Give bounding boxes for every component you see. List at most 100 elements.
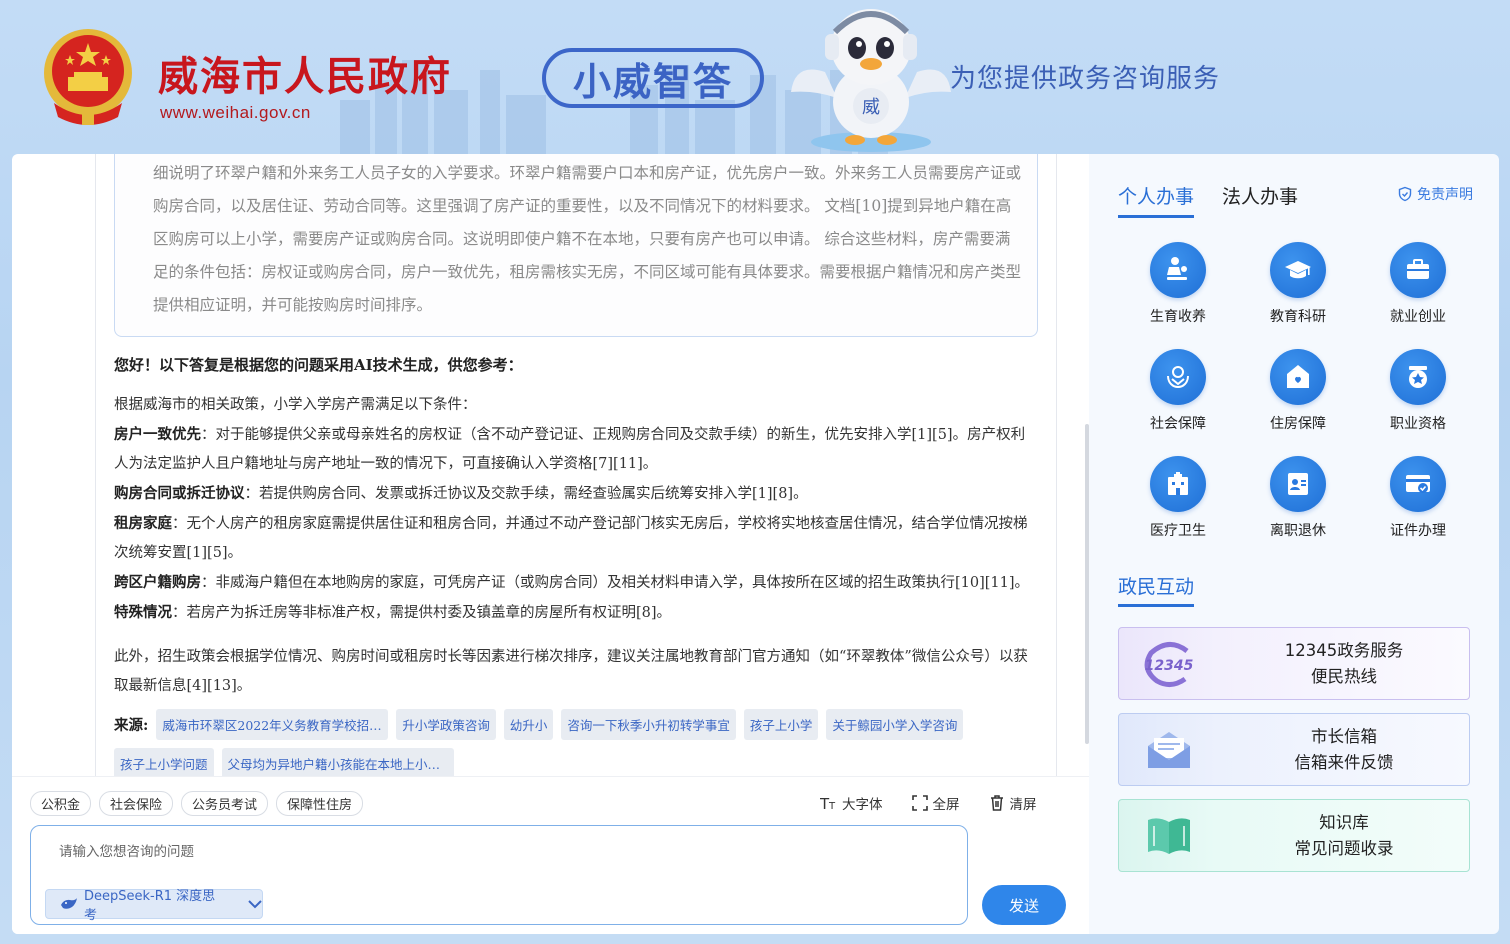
briefcase-icon	[1390, 242, 1446, 298]
service-label: 教育科研	[1270, 309, 1326, 325]
answer-point: 特殊情况：若房产为拆迁房等非标准产权，需提供村委及镇盖章的房屋所有权证明[8]。	[114, 598, 1038, 628]
source-tag[interactable]: 孩子上小学	[743, 709, 819, 740]
point-title: 租房家庭	[114, 515, 172, 532]
slogan: 为您提供政务咨询服务	[950, 64, 1221, 94]
hotline-12345-card[interactable]: 12345 12345政务服务 便民热线	[1118, 627, 1470, 700]
mayor-mailbox-card[interactable]: 市长信箱 信箱来件反馈	[1118, 713, 1470, 786]
question-input-box: DeepSeek-R1 深度思考	[30, 825, 968, 925]
chat-panel: 细说明了环翠户籍和外来务工人员子女的入学要求。环翠户籍需要户口本和房产证，优先房…	[12, 154, 1089, 934]
hands-globe-icon	[1150, 349, 1206, 405]
toolbar: TT 大字体 全屏 清屏	[820, 793, 1037, 813]
service-label: 社会保障	[1150, 416, 1206, 432]
service-item-qualification[interactable]: 职业资格	[1358, 349, 1478, 433]
service-item-retirement[interactable]: 离职退休	[1238, 456, 1358, 540]
answer-heading: 您好！以下答复是根据您的问题采用AI技术生成，供您参考：	[114, 356, 523, 374]
house-icon	[1270, 349, 1326, 405]
clear-screen-label: 清屏	[1009, 797, 1037, 813]
chat-history[interactable]: 细说明了环翠户籍和外来务工人员子女的入学要求。环翠户籍需要户口本和房产证，优先房…	[95, 154, 1057, 776]
fullscreen-label: 全屏	[932, 797, 960, 813]
point-text: ：非威海户籍但在本地购房的家庭，可凭房产证（或购房合同）及相关材料申请入学，具体…	[201, 575, 1030, 591]
card-subtitle: 常见问题收录	[1294, 838, 1394, 858]
tab-legal-entity-affairs[interactable]: 法人办事	[1222, 182, 1298, 218]
service-label: 住房保障	[1270, 416, 1326, 432]
service-item-medical[interactable]: 医疗卫生	[1118, 456, 1238, 540]
send-button[interactable]: 发送	[982, 885, 1066, 925]
card-text: 知识库 常见问题收录	[1219, 810, 1469, 862]
shield-check-icon	[1398, 186, 1412, 202]
sidebar-tabs: 个人办事 法人办事	[1118, 182, 1298, 218]
site-url: www.weihai.gov.cn	[160, 103, 311, 122]
service-item-certificates[interactable]: 证件办理	[1358, 456, 1478, 540]
knowledge-base-card[interactable]: 知识库 常见问题收录	[1118, 799, 1470, 872]
badge-icon	[1390, 349, 1446, 405]
source-tag[interactable]: 关于鲸园小学入学咨询	[826, 709, 964, 740]
thinking-process-box: 细说明了环翠户籍和外来务工人员子女的入学要求。环翠户籍需要户口本和房产证，优先房…	[114, 154, 1038, 337]
hospital-icon	[1150, 456, 1206, 512]
card-text: 市长信箱 信箱来件反馈	[1219, 724, 1469, 776]
answer-closing: 此外，招生政策会根据学位情况、购房时间或租房时长等因素进行梯次排序，建议关注属地…	[114, 649, 1028, 694]
service-item-social-security[interactable]: 社会保障	[1118, 349, 1238, 433]
baby-care-icon	[1150, 242, 1206, 298]
card-text: 12345政务服务 便民热线	[1219, 638, 1469, 690]
id-card-icon	[1270, 456, 1326, 512]
large-font-label: 大字体	[842, 797, 883, 813]
card-check-icon	[1390, 456, 1446, 512]
quick-topic-chip[interactable]: 保障性住房	[276, 791, 364, 816]
answer-point: 购房合同或拆迁协议：若提供购房合同、发票或拆迁协议及交款手续，需经查验属实后统筹…	[114, 479, 1038, 509]
service-label: 职业资格	[1390, 416, 1446, 432]
answer-point: 房户一致优先：对于能够提供父亲或母亲姓名的房权证（含不动产登记证、正规购房合同及…	[114, 420, 1038, 479]
card-subtitle: 便民热线	[1311, 666, 1377, 686]
service-item-education[interactable]: 教育科研	[1238, 242, 1358, 326]
clear-screen-button[interactable]: 清屏	[988, 793, 1037, 813]
header: 威海市人民政府 www.weihai.gov.cn 小威智答 威 为您提供政务咨…	[0, 0, 1510, 155]
interaction-section-title: 政民互动	[1118, 572, 1195, 607]
site-title: 威海市人民政府	[158, 53, 452, 100]
large-font-button[interactable]: TT 大字体	[820, 793, 883, 813]
point-text: ：若房产为拆迁房等非标准产权，需提供村委及镇盖章的房屋所有权证明[8]。	[172, 605, 672, 621]
source-tag[interactable]: 父母均为异地户籍小孩能在本地上小学吗	[221, 748, 454, 776]
source-tag[interactable]: 咨询一下秋季小升初转学事宜	[561, 709, 736, 740]
point-title: 购房合同或拆迁协议	[114, 485, 245, 502]
envelope-icon	[1119, 714, 1219, 785]
answer-point: 跨区户籍购房：非威海户籍但在本地购房的家庭，可凭房产证（或购房合同）及相关材料申…	[114, 568, 1038, 598]
service-label: 离职退休	[1270, 523, 1326, 539]
point-text: ：无个人房产的租房家庭需提供居住证和租房合同，并通过不动产登记部门核实无房后，学…	[114, 516, 1028, 561]
quick-topic-chip[interactable]: 公务员考试	[181, 791, 269, 816]
thinking-text: 细说明了环翠户籍和外来务工人员子女的入学要求。环翠户籍需要户口本和房产证，优先房…	[153, 164, 1022, 314]
ai-answer: 您好！以下答复是根据您的问题采用AI技术生成，供您参考： 根据威海市的相关政策，…	[114, 354, 1038, 776]
card-title: 知识库	[1319, 812, 1369, 832]
fullscreen-button[interactable]: 全屏	[911, 793, 960, 813]
disclaimer-label: 免责声明	[1417, 187, 1473, 203]
text-size-icon: TT	[820, 795, 836, 812]
national-emblem-icon	[44, 29, 132, 125]
source-tag[interactable]: 幼升小	[503, 709, 554, 740]
brand-logo-text: 小威智答	[572, 59, 733, 104]
model-selector[interactable]: DeepSeek-R1 深度思考	[45, 889, 263, 923]
point-text: ：对于能够提供父亲或母亲姓名的房权证（含不动产登记证、正规购房合同及交款手续）的…	[114, 427, 1026, 472]
point-text: ：若提供购房合同、发票或拆迁协议及交款手续，需经查验属实后统筹安排入学[1][8…	[244, 486, 808, 502]
hotline-icon-text: 12345	[1145, 658, 1194, 674]
trash-icon	[990, 795, 1003, 811]
graduation-cap-icon	[1270, 242, 1326, 298]
answer-intro: 根据威海市的相关政策，小学入学房产需满足以下条件：	[114, 397, 477, 413]
tab-personal-affairs[interactable]: 个人办事	[1118, 182, 1195, 218]
fullscreen-icon	[911, 795, 928, 811]
service-sidebar: 个人办事 法人办事 免责声明 生育收养 教育科研 就业创业 社会保障 住房保障 …	[1089, 154, 1499, 934]
hotline-12345-icon: 12345	[1119, 628, 1219, 699]
question-input[interactable]	[59, 844, 939, 859]
point-title: 跨区户籍购房	[114, 574, 201, 591]
source-tag[interactable]: 升小学政策咨询	[396, 709, 496, 740]
source-tag[interactable]: 威海市环翠区2022年义务教育学校招生入学工作	[156, 709, 389, 740]
disclaimer-link[interactable]: 免责声明	[1397, 184, 1473, 204]
point-title: 房户一致优先	[114, 426, 201, 443]
card-title: 市长信箱	[1311, 726, 1377, 746]
service-item-housing[interactable]: 住房保障	[1238, 349, 1358, 433]
source-tag[interactable]: 孩子上小学问题	[114, 748, 214, 776]
quick-topic-chip[interactable]: 公积金	[30, 791, 92, 816]
answer-point: 租房家庭：无个人房产的租房家庭需提供居住证和租房合同，并通过不动产登记部门核实无…	[114, 509, 1038, 568]
service-item-birth-adoption[interactable]: 生育收养	[1118, 242, 1238, 326]
service-item-employment[interactable]: 就业创业	[1358, 242, 1478, 326]
quick-topic-chip[interactable]: 社会保险	[99, 791, 174, 816]
service-label: 生育收养	[1150, 309, 1206, 325]
open-book-icon	[1119, 800, 1219, 871]
